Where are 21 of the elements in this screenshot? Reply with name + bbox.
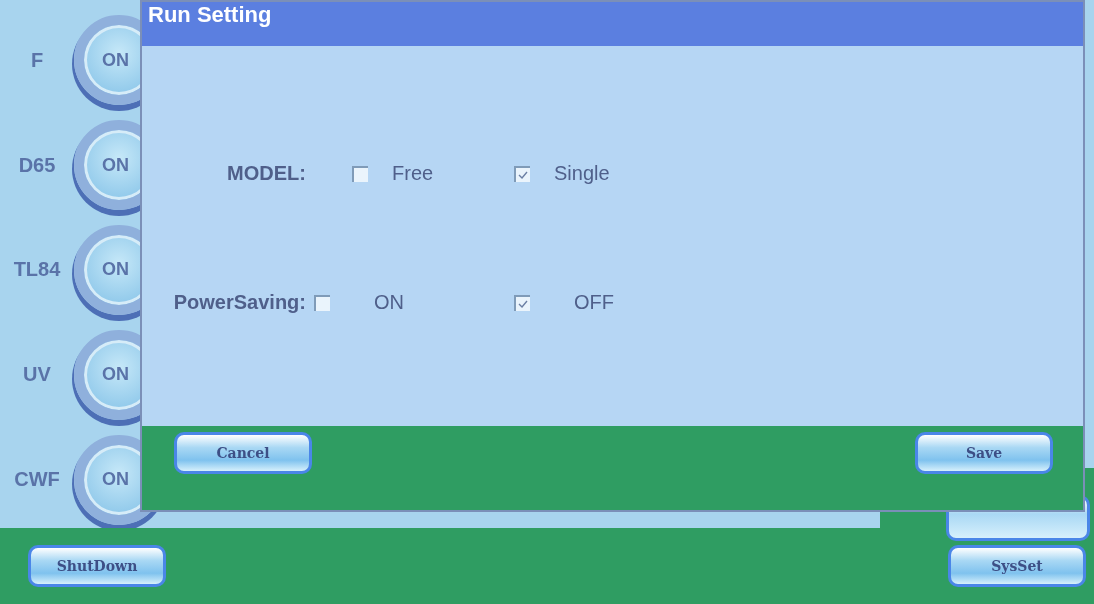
lamp-label: D65: [17, 153, 57, 177]
option-label: Single: [554, 162, 610, 185]
dialog-button[interactable]: Save: [915, 432, 1053, 474]
checkbox[interactable]: [352, 165, 368, 182]
option-label: OFF: [573, 291, 614, 314]
checkbox[interactable]: [314, 294, 330, 311]
checkmark-icon: [518, 299, 528, 308]
setting-label: PowerSaving:: [173, 291, 307, 314]
checkbox[interactable]: [514, 165, 530, 182]
checkbox[interactable]: [514, 294, 530, 311]
lamp-label: CWF: [13, 468, 61, 492]
lamp-label: F: [29, 48, 45, 72]
setting-label: MODEL:: [227, 162, 307, 185]
bottom-button[interactable]: ShutDown: [28, 545, 166, 587]
option-label: Free: [392, 162, 434, 185]
dialog-button[interactable]: Cancel: [174, 432, 312, 474]
lamp-label: UV: [22, 363, 52, 387]
lamp-label: TL84: [12, 258, 62, 282]
option-label: ON: [373, 291, 404, 314]
bottom-button[interactable]: SysSet: [948, 545, 1086, 587]
checkmark-icon: [518, 170, 528, 179]
